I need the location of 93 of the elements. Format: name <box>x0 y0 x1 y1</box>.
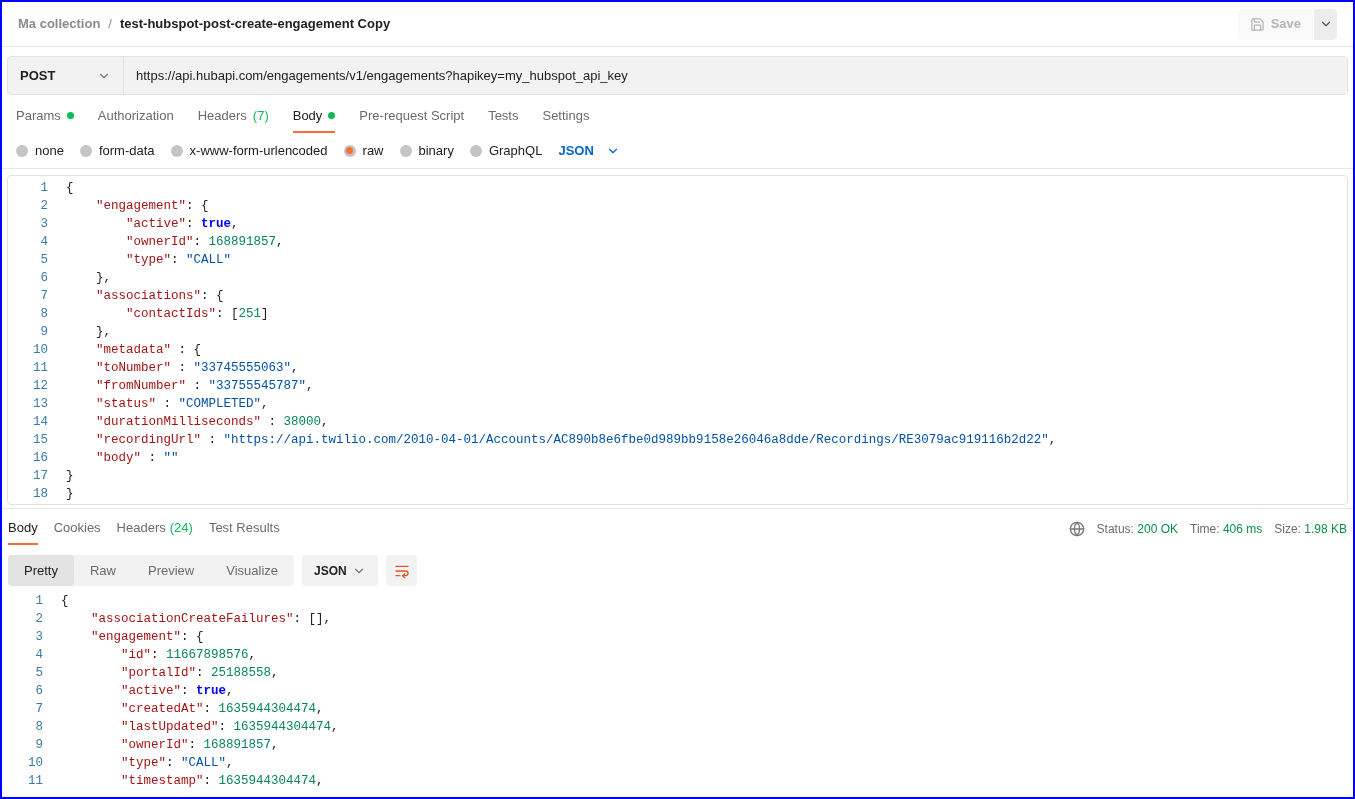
request-body-editor[interactable] <box>7 175 1348 505</box>
code-line: "lastUpdated": 1635944304474, <box>120 719 339 736</box>
code-line: }, <box>95 270 111 287</box>
code-line: "associations": { <box>95 288 224 305</box>
code-line: "createdAt": 1635944304474, <box>120 701 324 718</box>
line-number: 8 <box>34 719 44 736</box>
response-stat: Status: 200 OK <box>1096 521 1178 538</box>
code-line: "durationMilliseconds" : 38000, <box>95 414 329 431</box>
code-line: "toNumber" : "33745555063", <box>95 360 299 377</box>
code-line: "fromNumber" : "33755545787", <box>95 378 314 395</box>
line-number: 6 <box>39 270 49 287</box>
code-line: "id": 11667898576, <box>120 647 257 664</box>
body-type-radio[interactable]: GraphQL <box>469 140 543 161</box>
body-type-radio[interactable]: raw <box>343 140 384 161</box>
line-number: 1 <box>39 180 49 197</box>
globe-icon <box>1068 521 1085 537</box>
line-number: 3 <box>34 629 44 646</box>
code-line: "engagement": { <box>90 629 204 646</box>
line-number: 6 <box>34 683 44 700</box>
request-tab[interactable]: Tests <box>488 105 519 133</box>
line-number: 7 <box>34 701 44 718</box>
request-tab[interactable]: Params <box>16 105 74 133</box>
request-tab[interactable]: Authorization <box>97 105 174 133</box>
response-stat: Time: 406 ms <box>1190 521 1263 538</box>
save-options-button[interactable] <box>1314 8 1337 40</box>
line-number: 13 <box>32 396 49 413</box>
line-number: 9 <box>34 737 44 754</box>
code-line: "contactIds": [251] <box>125 306 269 323</box>
code-line: "portalId": 25188558, <box>120 665 279 682</box>
line-number: 4 <box>39 234 49 251</box>
response-tab[interactable]: Cookies <box>53 517 101 545</box>
code-line: }, <box>95 324 111 341</box>
response-tab[interactable]: Body <box>8 517 38 545</box>
line-number: 9 <box>39 324 49 341</box>
response-format-dropdown[interactable]: JSON <box>302 555 379 586</box>
code-line: "type": "CALL" <box>125 252 232 269</box>
request-tab[interactable]: Pre-request Script <box>359 105 465 133</box>
line-number: 5 <box>39 252 49 269</box>
line-number: 10 <box>32 342 49 359</box>
breadcrumb-separator: / <box>108 15 112 34</box>
body-type-radio[interactable]: binary <box>399 140 454 161</box>
code-line: } <box>66 468 74 485</box>
line-number: 3 <box>39 216 49 233</box>
line-number: 18 <box>32 486 49 503</box>
request-name: test-hubspot-post-create-engagement Copy <box>120 15 391 34</box>
request-tab[interactable]: Settings <box>542 105 590 133</box>
body-type-radio[interactable]: none <box>16 140 64 161</box>
view-mode-tab[interactable]: Raw <box>73 555 132 586</box>
body-type-radio[interactable]: form-data <box>79 140 155 161</box>
code-line: "ownerId": 168891857, <box>120 737 279 754</box>
code-line: "status" : "COMPLETED", <box>95 396 269 413</box>
view-mode-tab[interactable]: Preview <box>132 555 211 586</box>
line-number: 10 <box>27 755 44 772</box>
line-number: 11 <box>32 360 49 377</box>
collection-name[interactable]: Ma collection <box>18 14 101 34</box>
wrap-lines-button[interactable] <box>386 555 418 586</box>
code-line: "active": true, <box>125 216 239 233</box>
code-line: "metadata" : { <box>95 342 202 359</box>
line-number: 16 <box>32 450 49 467</box>
code-line: { <box>66 180 74 197</box>
request-tab[interactable]: Headers (7) <box>197 105 269 133</box>
response-tab[interactable]: Headers (24) <box>116 517 193 545</box>
code-line: "active": true, <box>120 683 234 700</box>
line-number: 2 <box>39 198 49 215</box>
line-number: 14 <box>32 414 49 431</box>
code-line: "engagement": { <box>95 198 209 215</box>
code-line: "associationCreateFailures": [], <box>90 611 332 628</box>
view-mode-tab[interactable]: Pretty <box>8 555 74 586</box>
body-type-radio[interactable]: x-www-form-urlencoded <box>170 140 328 161</box>
line-number: 4 <box>34 647 44 664</box>
line-number: 1 <box>34 593 44 610</box>
response-stat: Size: 1.98 KB <box>1274 521 1347 538</box>
line-number: 7 <box>39 288 49 305</box>
code-line: "recordingUrl" : "https://api.twilio.com/2010-04-01/Accounts/AC890b8e6fbe0d989bb9158e26046a8dde/Recordings/RE3079ac919116b2d22", <box>95 432 1057 449</box>
line-number: 11 <box>27 773 44 790</box>
code-line: "ownerId": 168891857, <box>125 234 284 251</box>
line-number: 8 <box>39 306 49 323</box>
code-line: { <box>61 593 69 610</box>
line-number: 5 <box>34 665 44 682</box>
save-icon <box>1249 16 1265 32</box>
code-line: "type": "CALL", <box>120 755 234 772</box>
line-number: 15 <box>32 432 49 449</box>
response-tab[interactable]: Test Results <box>208 517 280 545</box>
view-mode-tab[interactable]: Visualize <box>210 555 295 586</box>
request-tab[interactable]: Body <box>292 105 336 133</box>
code-line: "timestamp": 1635944304474, <box>120 773 324 790</box>
code-line: "body" : "" <box>95 450 179 467</box>
radio-circle[interactable] <box>343 144 356 157</box>
code-line: } <box>66 486 74 503</box>
line-number: 12 <box>32 378 49 395</box>
format-dropdown[interactable]: JSON <box>558 140 620 161</box>
line-number: 17 <box>32 468 49 485</box>
line-number: 2 <box>34 611 44 628</box>
